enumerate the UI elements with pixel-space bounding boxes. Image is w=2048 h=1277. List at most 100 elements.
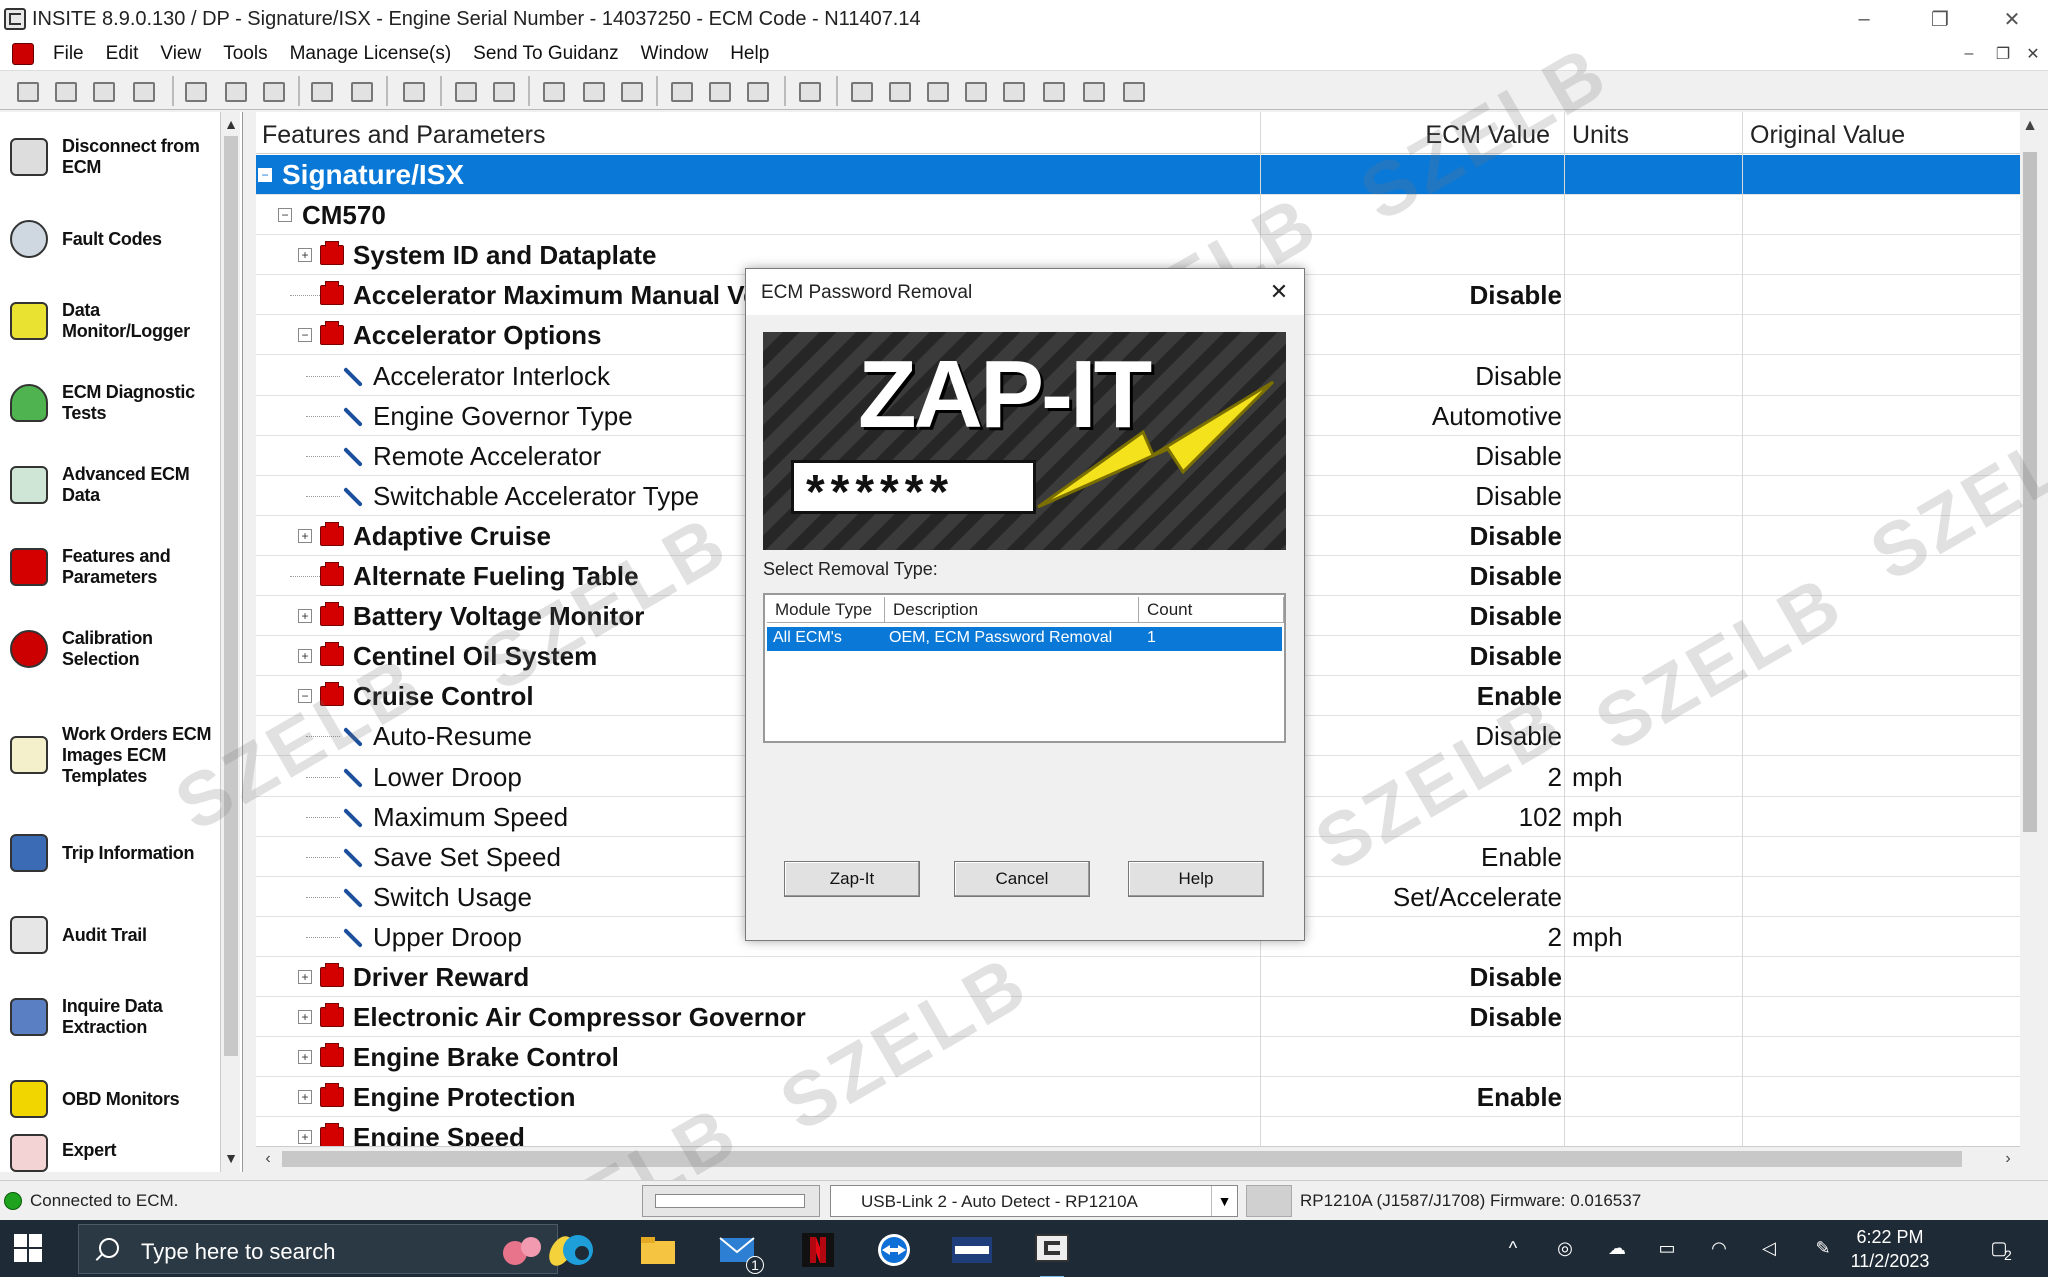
- row-ecm-value[interactable]: 2: [1548, 757, 1562, 797]
- list-row-all-ecms[interactable]: All ECM's OEM, ECM Password Removal 1: [767, 627, 1282, 651]
- tools-icon[interactable]: [490, 78, 516, 104]
- row-ecm-value[interactable]: Disable: [1470, 275, 1563, 315]
- list-header-count[interactable]: Count: [1139, 597, 1284, 623]
- report-icon[interactable]: [1120, 78, 1146, 104]
- table-row[interactable]: − CM570: [256, 195, 2020, 236]
- filter-icon[interactable]: [744, 78, 770, 104]
- row-ecm-value[interactable]: Set/Accelerate: [1393, 877, 1562, 917]
- menu-file[interactable]: File: [42, 43, 95, 65]
- column-header-ecm-value[interactable]: ECM Value: [1262, 116, 1556, 154]
- row-ecm-value[interactable]: 102: [1519, 797, 1562, 837]
- menu-tools[interactable]: Tools: [212, 43, 278, 65]
- wifi-icon[interactable]: ◠: [1706, 1235, 1732, 1261]
- show-hidden-icons-chevron-up-icon[interactable]: ^: [1500, 1235, 1526, 1261]
- minimize-button[interactable]: –: [1826, 0, 1902, 38]
- speaker-icon[interactable]: [540, 78, 566, 104]
- column-header-feature[interactable]: Features and Parameters: [262, 116, 545, 154]
- log-icon[interactable]: [1040, 78, 1066, 104]
- sidebar-item-advanced-ecm-data[interactable]: Advanced ECM Data: [0, 450, 220, 520]
- edge-icon[interactable]: [556, 1228, 600, 1272]
- pen-icon[interactable]: ✎: [1810, 1235, 1836, 1261]
- mail-icon[interactable]: 1: [716, 1228, 764, 1274]
- document-tool-1-icon[interactable]: [668, 78, 694, 104]
- row-ecm-value[interactable]: Enable: [1477, 1077, 1562, 1117]
- expand-toggle-icon[interactable]: +: [298, 1130, 312, 1145]
- toolbar-tool-1-icon[interactable]: [14, 78, 40, 104]
- expand-toggle-icon[interactable]: +: [298, 248, 312, 263]
- scroll-left-icon[interactable]: ‹: [256, 1147, 280, 1171]
- document-tool-2-icon[interactable]: [706, 78, 732, 104]
- taskbar-search-box[interactable]: Type here to search: [78, 1224, 573, 1274]
- list-header-description[interactable]: Description: [885, 597, 1139, 623]
- nexiq-icon[interactable]: [950, 1228, 994, 1272]
- row-ecm-value[interactable]: Disable: [1475, 716, 1562, 756]
- menu-view[interactable]: View: [149, 43, 212, 65]
- cancel-button[interactable]: Cancel: [954, 861, 1090, 897]
- sidebar-item-diagnostic-tests[interactable]: ECM Diagnostic Tests: [0, 368, 220, 438]
- scroll-down-icon[interactable]: ▼: [221, 1148, 241, 1168]
- expand-toggle-icon[interactable]: +: [298, 609, 312, 624]
- windows-start-icon[interactable]: [14, 1234, 44, 1264]
- grid-horizontal-scrollbar[interactable]: ‹ ›: [256, 1146, 2020, 1170]
- row-ecm-value[interactable]: Disable: [1470, 556, 1563, 596]
- pause-icon[interactable]: [962, 78, 988, 104]
- row-ecm-value[interactable]: Disable: [1470, 596, 1563, 636]
- stop-icon[interactable]: [1000, 78, 1026, 104]
- insite-taskbar-icon[interactable]: [1030, 1228, 1074, 1277]
- grid-hscroll-thumb[interactable]: [282, 1151, 1962, 1167]
- file-explorer-icon[interactable]: [636, 1228, 680, 1272]
- calibration-tool-icon[interactable]: [580, 78, 606, 104]
- teamviewer-icon[interactable]: [872, 1228, 916, 1272]
- sidebar-item-data-monitor[interactable]: Data Monitor/Logger: [0, 286, 220, 356]
- table-row[interactable]: + Engine Brake Control: [256, 1037, 2020, 1078]
- grid-scroll-thumb[interactable]: [2023, 152, 2037, 832]
- sidebar-item-obd-monitors[interactable]: OBD Monitors: [0, 1064, 220, 1134]
- row-ecm-value[interactable]: Disable: [1470, 516, 1563, 556]
- menu-help[interactable]: Help: [719, 43, 780, 65]
- record-icon[interactable]: [886, 78, 912, 104]
- refresh-icon[interactable]: [452, 78, 478, 104]
- chevron-down-icon[interactable]: ▼: [1211, 1186, 1237, 1216]
- settings-tool-icon[interactable]: [1080, 78, 1106, 104]
- table-row[interactable]: + Engine Protection Enable: [256, 1077, 2020, 1118]
- table-row[interactable]: + Driver Reward Disable: [256, 957, 2020, 997]
- zap-it-button[interactable]: Zap-It: [784, 861, 920, 897]
- print-preview-icon[interactable]: [348, 78, 374, 104]
- row-ecm-value[interactable]: Enable: [1477, 676, 1562, 716]
- sidebar-item-calibration[interactable]: Calibration Selection: [0, 614, 220, 684]
- row-ecm-value[interactable]: Disable: [1475, 476, 1562, 516]
- column-header-units[interactable]: Units: [1572, 116, 1629, 154]
- close-button[interactable]: ✕: [1974, 0, 2048, 38]
- sidebar-item-fault-codes[interactable]: Fault Codes: [0, 204, 220, 274]
- toolbar-tool-4-icon[interactable]: [130, 78, 156, 104]
- expand-toggle-icon[interactable]: +: [298, 649, 312, 664]
- volume-icon[interactable]: ◁: [1756, 1235, 1782, 1261]
- row-ecm-value[interactable]: 2: [1548, 917, 1562, 957]
- restore-button[interactable]: ❐: [1902, 0, 1978, 38]
- row-ecm-value[interactable]: Disable: [1470, 957, 1563, 997]
- row-ecm-value[interactable]: Disable: [1475, 356, 1562, 396]
- printer-tool-icon[interactable]: [618, 78, 644, 104]
- toolbar-tool-2-icon[interactable]: [52, 78, 78, 104]
- collapse-toggle-icon[interactable]: −: [298, 689, 312, 704]
- row-ecm-value[interactable]: Disable: [1470, 997, 1563, 1037]
- menu-manage-licenses[interactable]: Manage License(s): [279, 43, 463, 65]
- row-ecm-value[interactable]: Disable: [1470, 636, 1563, 676]
- list-header-module-type[interactable]: Module Type: [767, 597, 885, 623]
- sidebar-item-audit-trail[interactable]: Audit Trail: [0, 900, 220, 970]
- removal-type-list[interactable]: Module Type Description Count All ECM's …: [763, 593, 1286, 743]
- sidebar-scrollbar[interactable]: ▲ ▼: [220, 112, 240, 1172]
- scroll-right-icon[interactable]: ›: [1996, 1147, 2020, 1171]
- onedrive-offline-icon[interactable]: ☁: [1604, 1235, 1630, 1261]
- collapse-toggle-icon[interactable]: −: [278, 208, 292, 223]
- expand-toggle-icon[interactable]: +: [298, 528, 312, 543]
- expand-toggle-icon[interactable]: +: [298, 1090, 312, 1105]
- menu-window[interactable]: Window: [630, 43, 720, 65]
- sidebar-scroll-thumb[interactable]: [224, 136, 238, 1056]
- sidebar-item-features-parameters[interactable]: Features and Parameters: [0, 532, 220, 602]
- row-ecm-value[interactable]: Enable: [1481, 837, 1562, 877]
- document-icon[interactable]: [12, 43, 34, 65]
- expand-toggle-icon[interactable]: +: [298, 1050, 312, 1065]
- toolbar-tool-3-icon[interactable]: [90, 78, 116, 104]
- copy-icon[interactable]: [222, 78, 248, 104]
